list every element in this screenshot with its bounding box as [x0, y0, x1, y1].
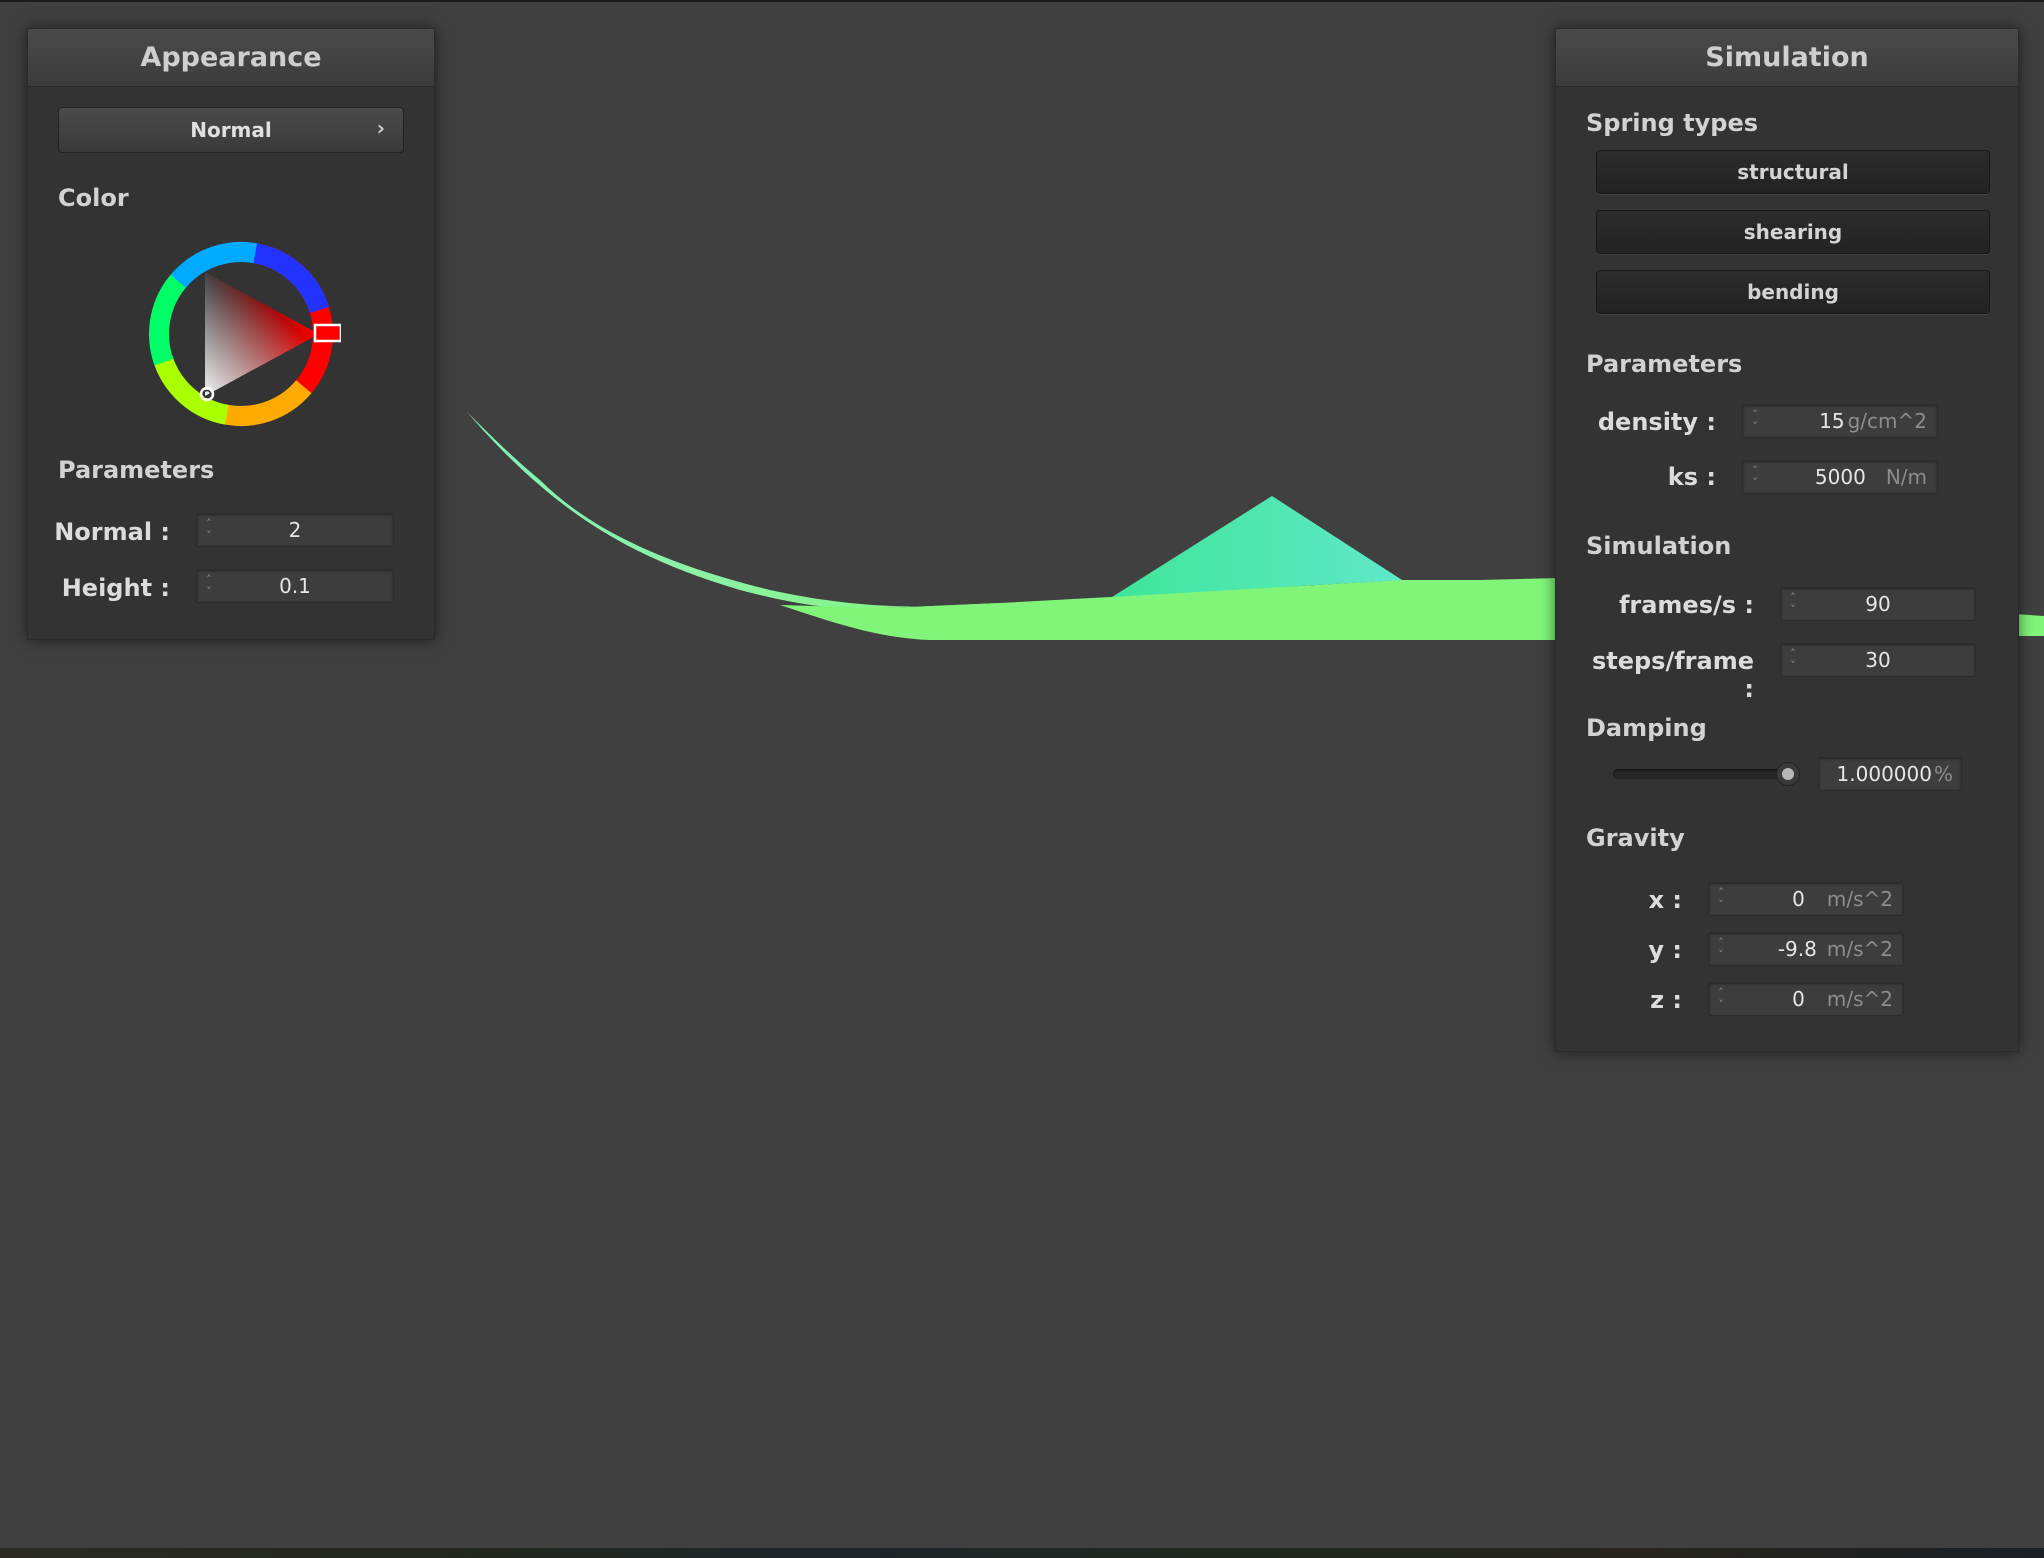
appearance-parameters-label: Parameters — [58, 456, 215, 484]
gravity-label: Gravity — [1586, 824, 1685, 852]
dropdown-value: Normal — [190, 118, 272, 142]
bending-button[interactable]: bending — [1596, 270, 1990, 314]
steps-value: 30 — [1865, 648, 1891, 672]
simulation-panel: Simulation Spring types structural shear… — [1555, 28, 2019, 1052]
spin-arrows-icon[interactable]: ˄ ˅ — [1709, 983, 1733, 1015]
damping-slider-track[interactable] — [1613, 769, 1793, 779]
damping-slider-thumb[interactable] — [1776, 762, 1800, 786]
chevron-right-icon: › — [376, 116, 385, 140]
button-label: shearing — [1743, 220, 1843, 244]
density-spinbox[interactable]: ˄ ˅ 15 g/cm^2 — [1742, 404, 1938, 438]
gravity-x-label: x : — [1648, 886, 1682, 914]
spin-arrows-icon[interactable]: ˄ ˅ — [1709, 883, 1733, 915]
button-label: bending — [1747, 280, 1839, 304]
panel-title: Simulation — [1705, 42, 1869, 73]
desktop-background-strip — [0, 1548, 2044, 1558]
spin-arrows-icon[interactable]: ˄ ˅ — [1781, 588, 1805, 620]
frames-label: frames/s : — [1618, 591, 1754, 619]
cloth-peak — [1112, 496, 1402, 597]
steps-spinbox[interactable]: ˄ ˅ 30 — [1780, 643, 1976, 677]
ks-spinbox[interactable]: ˄ ˅ 5000 N/m — [1742, 460, 1938, 494]
spin-arrows-icon[interactable]: ˄ ˅ — [197, 514, 221, 546]
gravity-z-unit: m/s^2 — [1826, 987, 1893, 1011]
cloth-left-flap — [467, 412, 1000, 610]
gravity-x-unit: m/s^2 — [1826, 887, 1893, 911]
normal-value: 2 — [288, 518, 302, 542]
panel-title: Appearance — [140, 42, 322, 73]
sim-parameters-label: Parameters — [1586, 350, 1743, 378]
density-label: density : — [1597, 408, 1716, 436]
damping-field[interactable]: 1.000000 % — [1818, 757, 1962, 791]
height-spinbox[interactable]: ˄ ˅ 0.1 — [196, 569, 394, 603]
color-label: Color — [58, 184, 129, 212]
gravity-x-spinbox[interactable]: ˄ ˅ 0 m/s^2 — [1708, 882, 1904, 916]
appearance-panel-header[interactable]: Appearance — [28, 29, 434, 87]
spin-arrows-icon[interactable]: ˄ ˅ — [1743, 461, 1767, 493]
normal-spinbox[interactable]: ˄ ˅ 2 — [196, 513, 394, 547]
gravity-z-label: z : — [1650, 986, 1682, 1014]
damping-unit: % — [1933, 762, 1953, 786]
height-label: Height : — [61, 574, 170, 602]
appearance-panel: Appearance Normal › Color Parameters Nor… — [27, 28, 435, 640]
shader-dropdown[interactable]: Normal › — [58, 107, 404, 153]
color-wheel-icon[interactable] — [141, 234, 341, 434]
damping-value: 1.000000 — [1836, 762, 1932, 786]
gravity-y-label: y : — [1648, 936, 1682, 964]
spin-arrows-icon[interactable]: ˄ ˅ — [1709, 933, 1733, 965]
ks-unit: N/m — [1885, 465, 1927, 489]
damping-label: Damping — [1586, 714, 1707, 742]
density-unit: g/cm^2 — [1847, 409, 1927, 433]
shearing-button[interactable]: shearing — [1596, 210, 1990, 254]
gravity-y-unit: m/s^2 — [1826, 937, 1893, 961]
spin-arrows-icon[interactable]: ˄ ˅ — [1781, 644, 1805, 676]
ks-label: ks : — [1667, 463, 1716, 491]
steps-label: steps/frame : — [1591, 647, 1754, 703]
gravity-x-value: 0 — [1792, 887, 1805, 911]
frames-spinbox[interactable]: ˄ ˅ 90 — [1780, 587, 1976, 621]
gravity-y-spinbox[interactable]: ˄ ˅ -9.8 m/s^2 — [1708, 932, 1904, 966]
button-label: structural — [1737, 160, 1849, 184]
gravity-z-spinbox[interactable]: ˄ ˅ 0 m/s^2 — [1708, 982, 1904, 1016]
simulation-panel-header[interactable]: Simulation — [1556, 29, 2018, 87]
frames-value: 90 — [1865, 592, 1891, 616]
structural-button[interactable]: structural — [1596, 150, 1990, 194]
gravity-y-value: -9.8 — [1777, 937, 1817, 961]
normal-label: Normal : — [54, 518, 170, 546]
spring-types-label: Spring types — [1586, 109, 1759, 137]
simulation-section-label: Simulation — [1586, 532, 1732, 560]
3d-viewport[interactable]: Appearance Normal › Color Parameters Nor… — [0, 0, 2044, 1558]
spin-arrows-icon[interactable]: ˄ ˅ — [197, 570, 221, 602]
gravity-z-value: 0 — [1792, 987, 1805, 1011]
ks-value: 5000 — [1814, 465, 1866, 489]
density-value: 15 — [1819, 409, 1845, 433]
spin-arrows-icon[interactable]: ˄ ˅ — [1743, 405, 1767, 437]
height-value: 0.1 — [279, 574, 311, 598]
